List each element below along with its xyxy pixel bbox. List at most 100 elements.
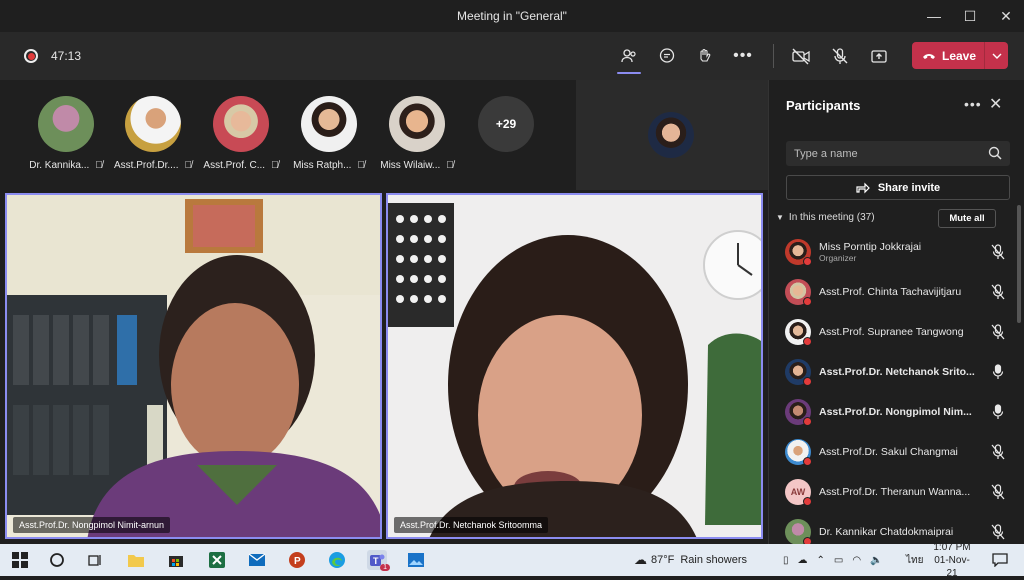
strip-participant[interactable]: Miss Wilaiw... 🎙̸ [374,96,460,171]
participant-search-input[interactable]: Type a name [786,141,1010,166]
video-tile[interactable]: Asst.Prof.Dr. Nongpimol Nimit-arnun [5,193,382,539]
participant-row-name: Dr. Kannikar Chatdokmaiprai [819,526,954,538]
share-arrow-icon [856,182,870,193]
avatar [785,439,812,466]
language-indicator[interactable]: ไทย [906,544,923,576]
participants-button[interactable] [615,42,643,74]
mail-button[interactable] [247,550,267,570]
participant-row[interactable]: Asst.Prof. Chinta Tachavijitjaru [785,274,1005,310]
strip-participant[interactable]: Asst.Prof. C... 🎙̸ [198,96,284,171]
chat-icon [659,48,675,63]
mute-all-button[interactable]: Mute all [938,209,996,228]
participant-row[interactable]: AW Asst.Prof.Dr. Theranun Wanna... [785,474,1005,510]
weather-widget[interactable]: ☁ 87°F Rain showers [634,544,747,576]
store-bag-icon [169,556,183,567]
toolbar-divider [773,44,774,68]
meeting-stage: Dr. Kannika... 🎙̸ Asst.Prof.Dr.... 🎙̸ Asst… [0,80,768,544]
participant-row-name: Asst.Prof.Dr. Netchanok Srito... [819,366,975,378]
avatar: AW [785,479,812,506]
avatar [785,279,812,306]
mic-on-icon[interactable] [991,404,1005,420]
presence-dot-icon [803,297,812,306]
store-button[interactable] [166,550,186,570]
self-avatar [648,112,694,158]
panel-close-icon[interactable]: ✕ [989,94,1002,114]
leave-button[interactable]: Leave [912,42,1008,69]
mic-off-icon[interactable] [991,524,1005,540]
avatar [301,96,357,152]
weather-text: Rain showers [680,554,747,566]
mic-off-icon[interactable] [991,444,1005,460]
wifi-icon[interactable]: ◠ [852,555,861,566]
start-button[interactable] [10,550,30,570]
tile-name-label: Asst.Prof.Dr. Nongpimol Nimit-arnun [13,517,171,533]
avatar [213,96,269,152]
mic-off-icon: 🎙̸ [95,160,103,171]
leave-dropdown-button[interactable] [984,42,1008,69]
powerpoint-button[interactable]: P [287,550,307,570]
weather-cloud-icon: ☁ [634,552,647,567]
section-label: In this meeting (37) [788,212,875,223]
participant-row[interactable]: Asst.Prof.Dr. Netchanok Srito... [785,354,1005,390]
more-actions-button[interactable]: ••• [729,42,757,70]
action-center-icon [992,553,1008,567]
mic-off-icon[interactable] [991,484,1005,500]
share-screen-button[interactable] [865,42,893,70]
mic-off-icon[interactable] [991,324,1005,340]
task-view-button[interactable] [85,550,105,570]
presence-dot-icon [803,257,812,266]
close-window-button[interactable]: ✕ [988,0,1024,32]
mic-off-icon: 🎙̸ [184,160,192,171]
teams-button[interactable]: T 1 [367,550,390,571]
search-placeholder: Type a name [794,147,858,160]
mail-icon [248,553,266,566]
photos-button[interactable] [406,550,426,570]
excel-button[interactable] [207,550,227,570]
meeting-timer: 47:13 [51,49,82,63]
avatar [389,96,445,152]
reactions-button[interactable] [691,42,719,70]
tablet-icon[interactable]: ▯ [783,555,789,566]
file-explorer-button[interactable] [126,550,146,570]
presence-dot-icon [803,497,812,506]
edge-button[interactable] [327,550,347,570]
presence-dot-icon [803,417,812,426]
in-meeting-section-toggle[interactable]: ▼ In this meeting (37) [776,212,875,223]
mic-off-icon [832,48,848,64]
mic-off-icon: 🎙̸ [446,160,454,171]
panel-more-options-icon[interactable]: ••• [964,96,982,112]
video-tile[interactable]: Asst.Prof.Dr. Netchanok Sritoomma [386,193,763,539]
participant-row-text: Asst.Prof.Dr. Sakul Changmai [819,446,977,458]
strip-participant[interactable]: Asst.Prof.Dr.... 🎙̸ [110,96,196,171]
clock[interactable]: 1:07 PM 01-Nov-21 [930,542,974,579]
strip-participant[interactable]: Miss Ratph... 🎙̸ [286,96,372,171]
tile-name-label: Asst.Prof.Dr. Netchanok Sritoomma [394,517,549,533]
participant-row-text: Miss Porntip Jokkrajai Organizer [819,241,977,263]
mic-toggle-button[interactable] [826,42,854,70]
mic-off-icon[interactable] [991,284,1005,300]
mic-on-icon[interactable] [991,364,1005,380]
more-participants-button[interactable]: +29 [478,96,534,152]
share-invite-button[interactable]: Share invite [786,175,1010,200]
strip-participant[interactable]: Dr. Kannika... 🎙̸ [23,96,109,171]
chevron-up-icon[interactable]: ⌃ [817,555,825,566]
chat-button[interactable] [653,42,681,70]
notifications-button[interactable] [990,550,1010,570]
participant-row[interactable]: Asst.Prof.Dr. Sakul Changmai [785,434,1005,470]
participant-row[interactable]: Asst.Prof. Supranee Tangwong [785,314,1005,350]
presence-dot-icon [803,457,812,466]
maximize-button[interactable]: ☐ [952,0,988,32]
camera-toggle-button[interactable] [787,42,815,70]
minimize-button[interactable]: — [916,0,952,32]
participant-row[interactable]: Miss Porntip Jokkrajai Organizer [785,234,1005,270]
battery-icon[interactable]: ▭ [834,555,843,566]
search-taskbar-button[interactable] [47,550,67,570]
onedrive-icon[interactable]: ☁ [798,555,808,566]
video-feed-image [7,195,380,537]
mic-off-icon[interactable] [991,244,1005,260]
volume-icon[interactable]: 🔈 [870,555,882,566]
participant-name: Miss Ratph... [293,160,352,171]
panel-scrollbar[interactable] [1017,205,1021,323]
participant-row[interactable]: Asst.Prof.Dr. Nongpimol Nim... [785,394,1005,430]
windows-taskbar: P T 1 ☁ 87°F Rain showers ▯ ☁ ⌃ ▭ ◠ 🔈 ไท… [0,542,1024,579]
